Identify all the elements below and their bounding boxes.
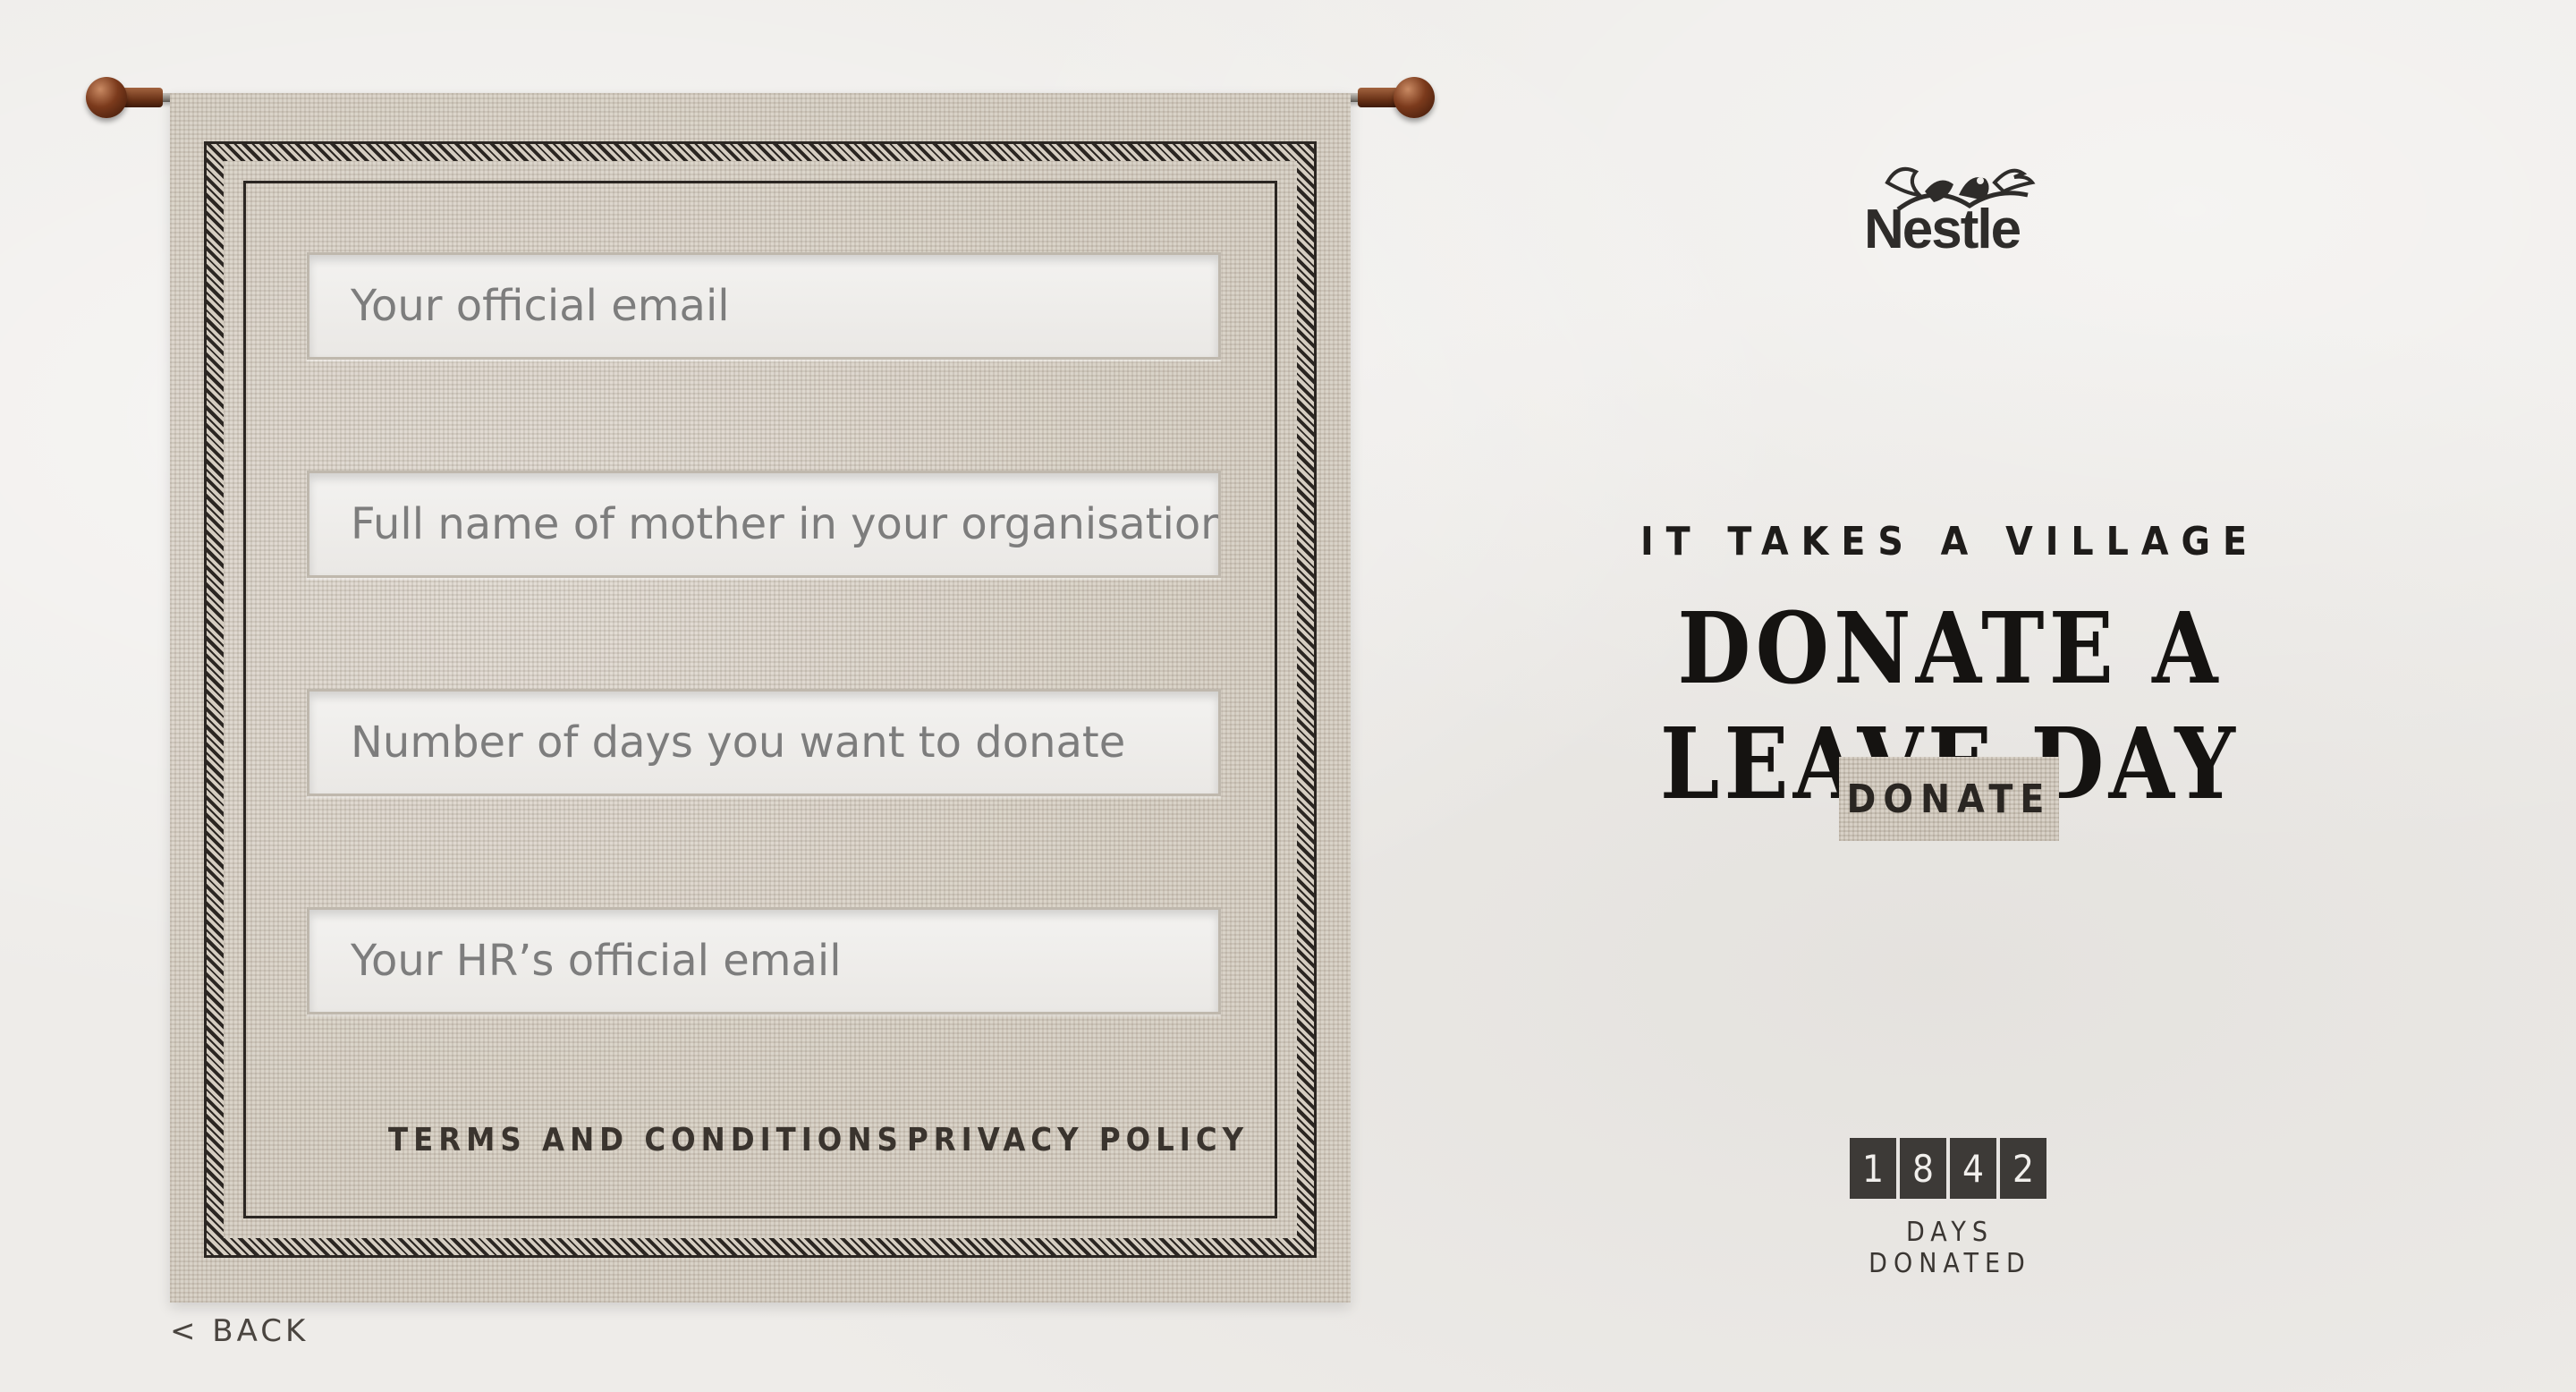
- rod-knob-left: [86, 77, 127, 118]
- tagline: IT TAKES A VILLAGE: [1640, 519, 2260, 564]
- official-email-input[interactable]: [307, 252, 1221, 360]
- rod-knob-right: [1394, 77, 1435, 118]
- back-link[interactable]: < BACK: [170, 1313, 309, 1349]
- counter-digit: 2: [2000, 1138, 2046, 1199]
- rod-cap-left: [122, 88, 163, 107]
- logo-wordmark: Nestle: [1864, 199, 2021, 260]
- donation-form-tapestry: TERMS AND CONDITIONS PRIVACY POLICY: [170, 93, 1351, 1303]
- hr-email-input[interactable]: [307, 907, 1221, 1014]
- terms-and-conditions-link[interactable]: TERMS AND CONDITIONS: [388, 1122, 903, 1159]
- counter-digit: 1: [1850, 1138, 1896, 1199]
- nestle-logo: Nestle: [1860, 152, 2039, 268]
- counter-digit: 4: [1950, 1138, 1996, 1199]
- days-donated-label: DAYS DONATED: [1868, 1217, 2031, 1279]
- counter-digit: 8: [1900, 1138, 1946, 1199]
- donate-button[interactable]: DONATE: [1839, 757, 2059, 841]
- days-donated-counter: 1 8 4 2: [1850, 1138, 2046, 1199]
- privacy-policy-link[interactable]: PRIVACY POLICY: [907, 1122, 1249, 1159]
- mother-name-input[interactable]: [307, 471, 1221, 578]
- days-to-donate-input[interactable]: [307, 689, 1221, 796]
